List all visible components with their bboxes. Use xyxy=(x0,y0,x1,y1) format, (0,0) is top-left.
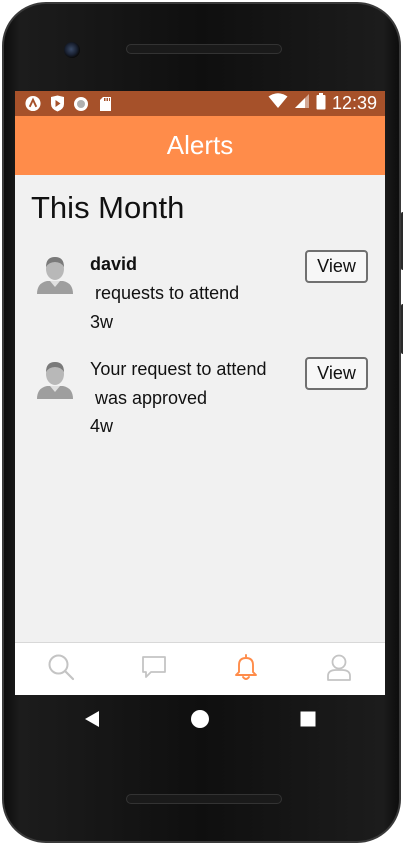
bell-icon xyxy=(233,653,259,686)
section-title: This Month xyxy=(31,190,185,225)
system-nav-bar xyxy=(15,695,385,747)
alert-message: david requests to attend 3w xyxy=(90,250,300,337)
app-screen: 12:39 Alerts This Month david requests t… xyxy=(15,91,385,695)
circle-icon xyxy=(73,96,89,112)
front-camera xyxy=(64,42,80,58)
sd-card-icon xyxy=(97,96,113,112)
recents-button[interactable] xyxy=(254,711,362,732)
chat-icon xyxy=(141,654,167,685)
alert-age: 3w xyxy=(90,312,114,332)
nav-alerts[interactable] xyxy=(200,643,293,695)
back-icon xyxy=(83,710,101,733)
alert-text: requests to attend xyxy=(90,283,240,303)
alert-user-name: david xyxy=(90,254,138,274)
nav-messages[interactable] xyxy=(108,643,201,695)
user-icon xyxy=(326,653,352,686)
person-avatar-icon xyxy=(35,359,75,399)
alert-text: Your request to attend xyxy=(90,359,267,379)
top-speaker xyxy=(126,44,282,54)
page-title: Alerts xyxy=(166,130,234,160)
wifi-icon xyxy=(268,93,288,114)
view-button[interactable]: View xyxy=(305,250,368,283)
nav-search[interactable] xyxy=(15,643,108,695)
nav-profile[interactable] xyxy=(293,643,386,695)
home-button[interactable] xyxy=(146,709,254,734)
signal-icon xyxy=(294,93,310,114)
battery-icon xyxy=(316,92,326,115)
alert-age: 4w xyxy=(90,416,114,436)
play-shield-icon xyxy=(49,95,65,112)
clock: 12:39 xyxy=(331,93,377,113)
search-icon xyxy=(47,653,75,686)
android-a-icon xyxy=(25,95,41,112)
home-icon xyxy=(190,709,210,734)
person-avatar-icon xyxy=(35,254,75,294)
app-bar: Alerts xyxy=(15,116,385,175)
back-button[interactable] xyxy=(38,710,146,733)
alert-message: Your request to attend was approved 4w xyxy=(90,355,300,439)
alert-text-continued: was approved xyxy=(90,388,208,408)
recents-icon xyxy=(300,711,316,732)
status-bar: 12:39 xyxy=(15,91,385,116)
bottom-speaker xyxy=(126,794,282,804)
view-button[interactable]: View xyxy=(305,357,368,390)
bottom-nav xyxy=(15,642,385,695)
